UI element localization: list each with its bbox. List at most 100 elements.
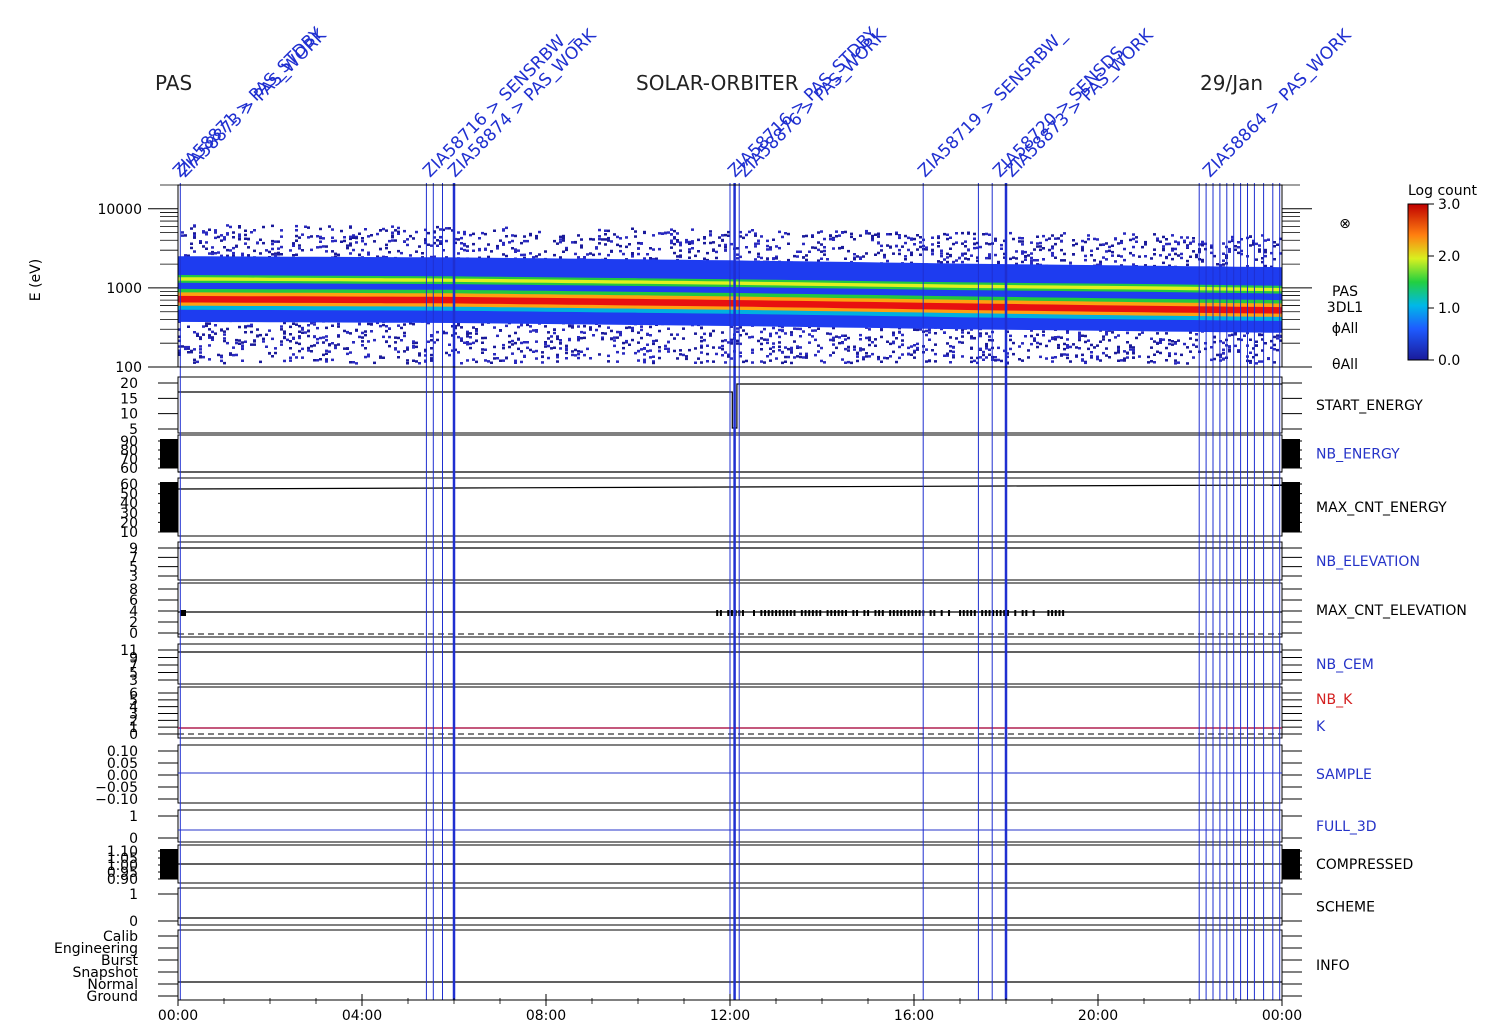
spectrogram-speck xyxy=(955,232,958,235)
spectrogram-speck xyxy=(436,338,439,342)
spectrogram-speck xyxy=(349,361,352,364)
spectrogram-speck xyxy=(1096,238,1099,241)
spectrogram-speck xyxy=(1021,359,1024,362)
spectrogram-speck xyxy=(904,234,907,238)
spectrogram-speck xyxy=(640,348,643,351)
spectrogram-speck xyxy=(724,248,727,252)
spectrogram-speck xyxy=(388,239,391,243)
spectrogram-speck xyxy=(799,327,802,331)
spectrogram-speck xyxy=(625,245,628,249)
spectrogram-speck xyxy=(1180,252,1183,256)
spectrogram-speck xyxy=(1084,361,1087,365)
spectrogram-speck xyxy=(838,247,841,250)
spectrogram-speck xyxy=(1027,349,1030,352)
spectrogram-speck xyxy=(748,250,751,254)
spectrogram-speck xyxy=(1273,361,1276,364)
spectrogram-speck xyxy=(397,230,400,234)
spectrogram-speck xyxy=(259,333,262,337)
spectrogram-speck xyxy=(1195,333,1198,336)
spectrogram-speck xyxy=(1078,331,1081,335)
spectrogram-speck xyxy=(880,328,883,332)
spectrogram-speck xyxy=(946,237,949,241)
spectrogram-speck xyxy=(202,231,205,234)
spectrogram-speck xyxy=(379,229,382,232)
spectrogram-speck xyxy=(607,326,610,329)
spectrogram-speck xyxy=(949,254,952,258)
spectrogram-speck xyxy=(319,240,322,243)
spectrogram-speck xyxy=(697,357,700,360)
spectrogram-speck xyxy=(469,233,472,237)
spectrogram-speck xyxy=(622,352,625,355)
spectrogram-speck xyxy=(352,234,355,237)
spectrogram-speck xyxy=(862,255,865,258)
spectrogram-speck xyxy=(559,339,562,342)
spectrogram-speck xyxy=(1042,258,1045,261)
spectrogram-speck xyxy=(1090,254,1093,257)
spectrogram-speck xyxy=(358,322,361,326)
spectrogram-speck xyxy=(361,248,364,252)
spectrogram-speck xyxy=(196,334,199,337)
spectrogram-speck xyxy=(838,234,841,237)
spectrogram-speck xyxy=(577,336,580,339)
trace-max-cnt-elevation-spike xyxy=(948,610,951,616)
spectrogram-speck xyxy=(859,333,862,337)
spectrogram-speck xyxy=(439,240,442,243)
spectrogram-speck xyxy=(322,237,325,240)
spectrogram-speck xyxy=(187,351,190,354)
spectrogram-speck xyxy=(370,330,373,333)
spectrogram-speck xyxy=(598,228,601,232)
spectrogram-speck xyxy=(304,331,307,334)
spectrogram-speck xyxy=(787,347,790,351)
spectrogram-speck xyxy=(361,344,364,347)
spectrogram-speck xyxy=(1135,240,1138,243)
spectrogram-speck xyxy=(985,332,988,335)
spectrogram-speck xyxy=(778,230,781,234)
spectrogram-speck xyxy=(1153,353,1156,356)
spectrogram-speck xyxy=(1153,233,1156,236)
spectrogram-speck xyxy=(916,234,919,237)
spectrogram-speck xyxy=(382,335,385,339)
spectrogram-speck xyxy=(199,336,202,339)
spectrogram-speck xyxy=(265,345,268,348)
spectrogram-speck xyxy=(517,249,520,252)
spectrogram-speck xyxy=(877,242,880,245)
spectrogram-speck xyxy=(616,235,619,239)
spectrogram-speck xyxy=(865,336,868,340)
spectrogram-speck xyxy=(301,249,304,252)
spectrogram-speck xyxy=(208,328,211,331)
spectrogram-speck xyxy=(364,330,367,333)
trace-max-cnt-elevation-spike xyxy=(900,610,903,616)
spectrogram-speck xyxy=(478,237,481,240)
spectrogram-speck xyxy=(775,245,778,248)
spectrogram-speck xyxy=(1015,257,1018,260)
spectrogram-speck xyxy=(1237,338,1240,341)
x-tick-label: 04:00 xyxy=(342,1008,382,1020)
spectrogram-speck xyxy=(553,331,556,335)
spectrogram-speck xyxy=(361,336,364,339)
spectrogram-speck xyxy=(913,351,916,354)
spectrogram-speck xyxy=(1030,342,1033,346)
spectrogram-speck xyxy=(721,239,724,242)
trace-max-cnt-elevation-spike xyxy=(771,610,774,616)
spectrogram-speck xyxy=(436,239,439,242)
spectrogram-speck xyxy=(1063,252,1066,256)
spectrogram-speck xyxy=(535,357,538,360)
spectrogram-speck xyxy=(262,225,265,229)
spectrogram-speck xyxy=(289,249,292,252)
spectrogram-speck xyxy=(241,347,244,351)
spectrogram-speck xyxy=(901,333,904,337)
spectrogram-speck xyxy=(670,333,673,336)
spectrogram-speck xyxy=(274,252,277,255)
spectrogram-speck xyxy=(847,360,850,364)
spectrogram-speck xyxy=(838,341,841,345)
spectrogram-speck xyxy=(1264,249,1267,252)
spectrogram-speck xyxy=(1120,241,1123,245)
spectrogram-speck xyxy=(850,232,853,236)
spectrogram-speck xyxy=(430,353,433,357)
panel-dense-ticks-right xyxy=(1282,849,1300,879)
panel-tick-label: 0 xyxy=(129,914,138,930)
spectrogram-speck xyxy=(901,343,904,346)
spectrogram-speck xyxy=(511,234,514,237)
colorbar-gradient xyxy=(1407,203,1429,361)
spectrogram-speck xyxy=(811,246,814,249)
